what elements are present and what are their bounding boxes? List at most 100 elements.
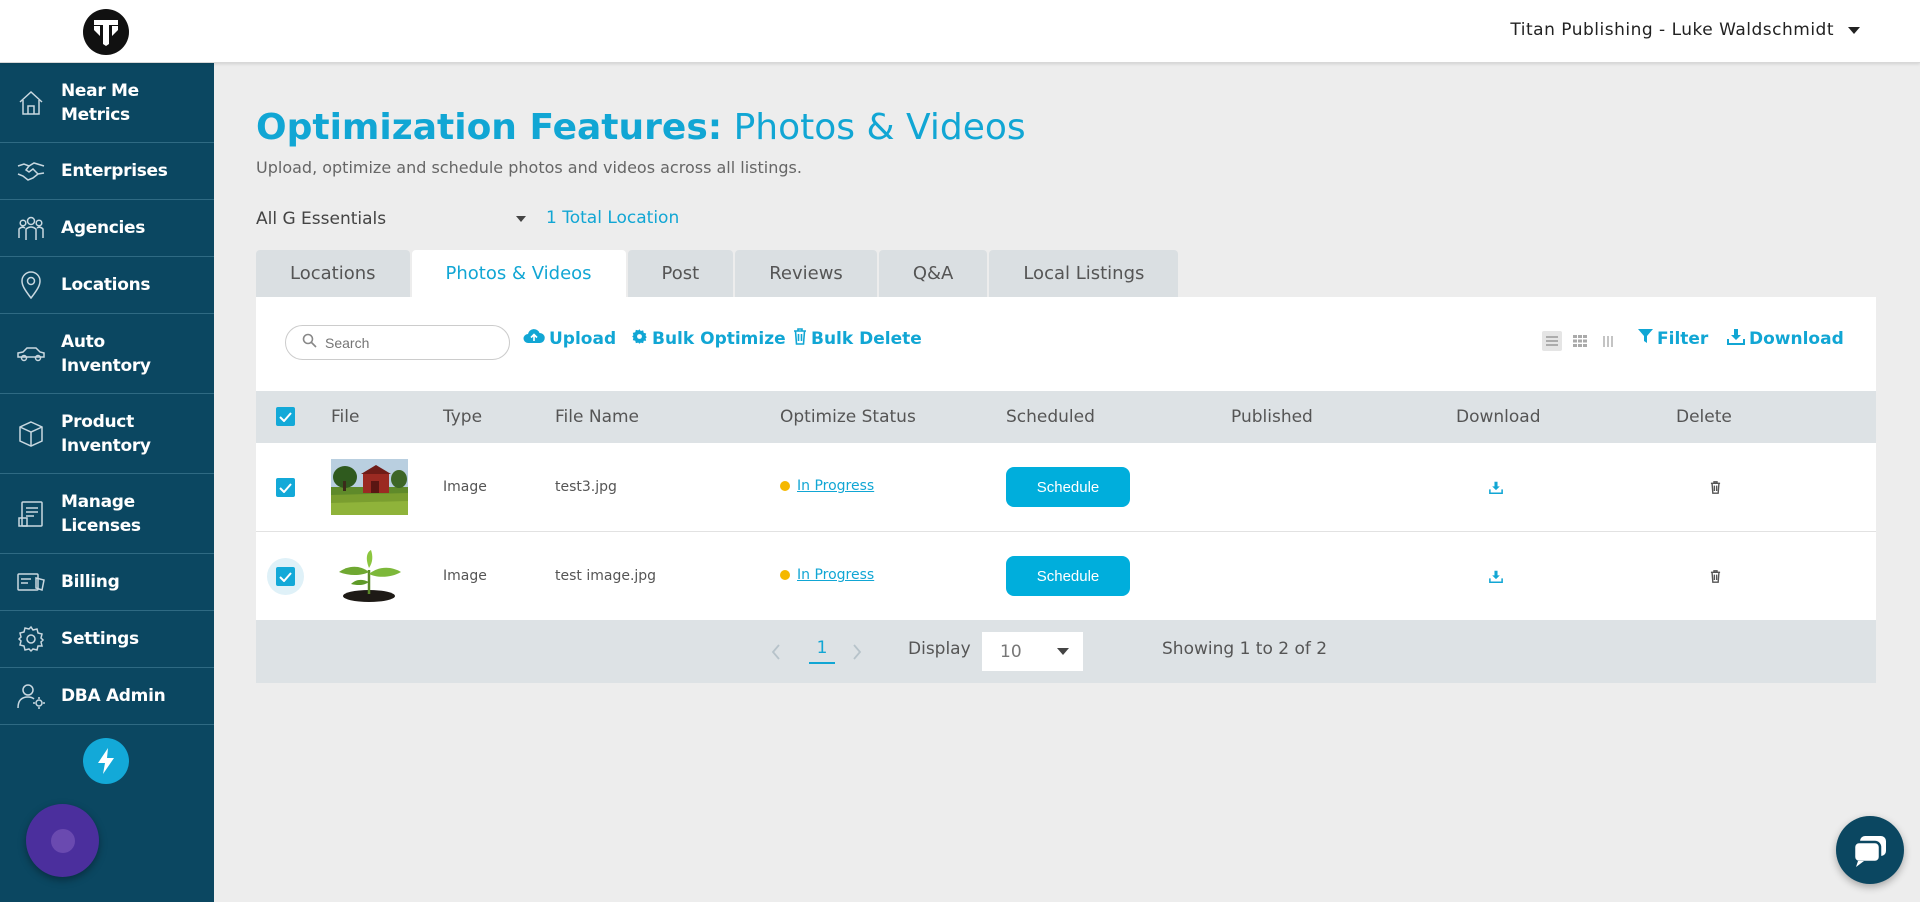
select-all-checkbox[interactable] <box>276 407 295 426</box>
home-icon <box>16 88 46 118</box>
bulk-delete-label: Bulk Delete <box>811 329 922 349</box>
column-header-delete: Delete <box>1676 407 1732 427</box>
schedule-button[interactable]: Schedule <box>1006 556 1130 596</box>
schedule-button[interactable]: Schedule <box>1006 467 1130 507</box>
search-box[interactable] <box>285 325 510 360</box>
tab-post[interactable]: Post <box>627 250 734 297</box>
barn-field-thumbnail[interactable] <box>331 459 408 515</box>
page-title-bold: Optimization Features: <box>256 107 723 148</box>
sidebar-item-manage-licenses[interactable]: Manage Licenses <box>0 474 214 554</box>
trash-icon[interactable] <box>1707 479 1723 495</box>
display-label: Display <box>908 639 971 659</box>
sidebar-item-auto-inventory[interactable]: Auto Inventory <box>0 314 214 394</box>
sidebar-item-settings[interactable]: Settings <box>0 611 214 668</box>
license-document-icon <box>16 499 46 529</box>
chevron-right-icon[interactable] <box>852 644 864 660</box>
column-view-icon[interactable] <box>1598 331 1618 351</box>
column-header-type: Type <box>443 407 483 427</box>
tab-local-listings[interactable]: Local Listings <box>989 250 1179 297</box>
row-type: Image <box>443 568 487 584</box>
map-pin-icon <box>16 270 46 300</box>
optimize-status: In Progress <box>780 567 874 583</box>
view-toggle <box>1542 331 1618 351</box>
upload-button[interactable]: Upload <box>523 328 616 349</box>
status-link[interactable]: In Progress <box>797 567 874 583</box>
download-icon[interactable] <box>1488 479 1504 495</box>
row-file-name: test image.jpg <box>555 568 657 584</box>
download-label: Download <box>1749 329 1844 349</box>
assistant-dot-icon <box>50 828 75 853</box>
bulk-optimize-button[interactable]: Bulk Optimize <box>631 328 786 350</box>
filter-funnel-icon <box>1638 328 1653 349</box>
trash-icon <box>793 328 807 350</box>
search-input[interactable] <box>325 334 495 351</box>
status-dot-icon <box>780 481 790 491</box>
sidebar-item-near-me-metrics[interactable]: Near Me Metrics <box>0 63 214 143</box>
row-file-name: test3.jpg <box>555 479 617 495</box>
download-icon[interactable] <box>1488 568 1504 584</box>
sidebar-item-dba-admin[interactable]: DBA Admin <box>0 668 214 725</box>
tab-reviews[interactable]: Reviews <box>735 250 877 297</box>
upload-label: Upload <box>549 328 617 349</box>
sidebar-item-agencies[interactable]: Agencies <box>0 200 214 257</box>
chevron-down-icon <box>1057 648 1069 655</box>
car-icon <box>16 339 46 369</box>
lightning-bolt-icon[interactable] <box>83 738 129 784</box>
tab-locations[interactable]: Locations <box>256 250 410 297</box>
bulk-delete-button[interactable]: Bulk Delete <box>793 328 922 350</box>
page-number-current[interactable]: 1 <box>809 638 835 664</box>
filter-button[interactable]: Filter <box>1638 328 1708 349</box>
list-view-icon[interactable] <box>1542 331 1562 351</box>
chevron-down-icon <box>516 216 526 222</box>
sprout-plant-thumbnail[interactable] <box>331 548 408 604</box>
sidebar-item-billing[interactable]: Billing <box>0 554 214 611</box>
optimize-status: In Progress <box>780 478 874 494</box>
bulk-optimize-label: Bulk Optimize <box>652 329 786 349</box>
handshake-icon <box>16 156 46 186</box>
cloud-upload-icon <box>523 328 545 349</box>
status-link[interactable]: In Progress <box>797 478 874 494</box>
search-icon <box>302 333 317 352</box>
sidebar-item-product-inventory[interactable]: Product Inventory <box>0 394 214 474</box>
column-header-file-name: File Name <box>555 407 640 427</box>
row-checkbox[interactable] <box>276 567 295 586</box>
page-title-light: Photos & Videos <box>733 107 1026 148</box>
brand-logo-icon[interactable] <box>83 9 129 55</box>
page-title: Optimization Features: Photos & Videos <box>256 107 1026 148</box>
group-select[interactable]: All G Essentials <box>256 206 526 232</box>
tab-photos-videos[interactable]: Photos & Videos <box>411 250 626 297</box>
tab-qa[interactable]: Q&A <box>878 250 988 297</box>
download-button[interactable]: Download <box>1727 328 1844 350</box>
total-locations-link[interactable]: 1 Total Location <box>546 208 679 228</box>
billing-icon <box>16 567 46 597</box>
sidebar-item-locations[interactable]: Locations <box>0 257 214 314</box>
page-subtitle: Upload, optimize and schedule photos and… <box>256 158 802 177</box>
chevron-left-icon[interactable] <box>771 644 783 660</box>
gear-icon <box>631 328 648 350</box>
pagination-summary: Showing 1 to 2 of 2 <box>1162 639 1328 659</box>
account-menu[interactable]: Titan Publishing - Luke Waldschmidt <box>1510 20 1860 40</box>
column-header-file: File <box>331 407 360 427</box>
chevron-down-icon <box>1848 26 1860 34</box>
page-size-select[interactable]: 10 <box>982 632 1083 671</box>
row-checkbox[interactable] <box>276 478 295 497</box>
page-size-value: 10 <box>1000 641 1022 662</box>
account-label: Titan Publishing - Luke Waldschmidt <box>1510 20 1834 40</box>
people-group-icon <box>16 213 46 243</box>
download-icon <box>1727 328 1745 350</box>
chat-support-button[interactable] <box>1836 816 1904 884</box>
sidebar-item-enterprises[interactable]: Enterprises <box>0 143 214 200</box>
trash-icon[interactable] <box>1707 568 1723 584</box>
admin-user-gear-icon <box>16 681 46 711</box>
column-header-optimize-status: Optimize Status <box>780 407 916 427</box>
column-header-scheduled: Scheduled <box>1006 407 1095 427</box>
chat-bubble-icon <box>1852 836 1886 867</box>
row-type: Image <box>443 479 487 495</box>
grid-view-icon[interactable] <box>1570 331 1590 351</box>
media-panel: Upload Bulk Optimize Bulk Delete <box>256 297 1876 683</box>
filter-row: All G Essentials 1 Total Location <box>256 206 686 240</box>
table-header: File Type File Name Optimize Status Sche… <box>256 391 1876 443</box>
top-bar: Titan Publishing - Luke Waldschmidt <box>0 0 1920 63</box>
assistant-launcher-button[interactable] <box>26 804 99 877</box>
column-header-download: Download <box>1456 407 1541 427</box>
